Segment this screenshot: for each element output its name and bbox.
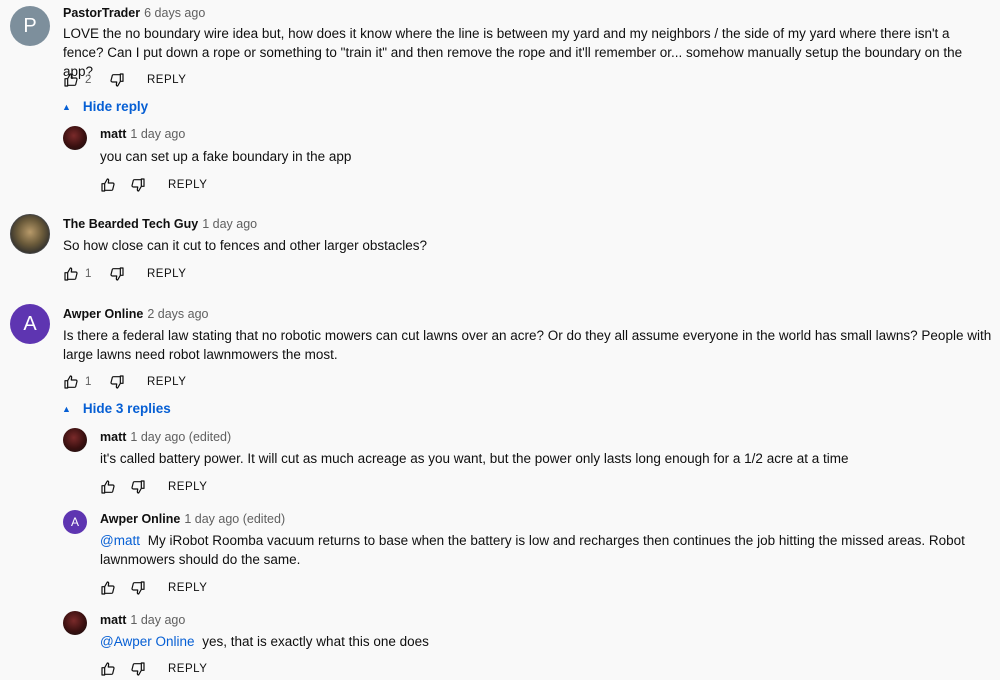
reply-header: matt 1 day ago (edited) [100, 430, 231, 444]
thumb-up-icon[interactable] [100, 661, 116, 677]
reply-author[interactable]: matt [100, 127, 126, 141]
mention-link[interactable]: @matt [100, 533, 140, 548]
reply-time[interactable]: 1 day ago (edited) [130, 430, 231, 444]
reply-time[interactable]: 1 day ago (edited) [184, 512, 285, 526]
reply-text: you can set up a fake boundary in the ap… [100, 149, 352, 164]
thumb-up-icon[interactable] [63, 374, 79, 390]
hide-replies-label: Hide 3 replies [82, 401, 171, 416]
reply-body: My iRobot Roomba vacuum returns to base … [100, 533, 965, 567]
reply-header: Awper Online 1 day ago (edited) [100, 512, 285, 526]
reply-button[interactable]: REPLY [168, 481, 207, 493]
comment-actions: 1 REPLY [63, 264, 186, 284]
reply-text: it's called battery power. It will cut a… [100, 451, 849, 466]
avatar[interactable]: A [10, 304, 50, 344]
like-count: 2 [85, 74, 92, 86]
avatar[interactable]: P [10, 6, 50, 46]
reply-time[interactable]: 1 day ago [130, 127, 185, 141]
reply-button[interactable]: REPLY [168, 179, 207, 191]
comment-author[interactable]: The Bearded Tech Guy [63, 217, 198, 231]
comment-text: Is there a federal law stating that no r… [63, 328, 992, 362]
avatar-letter: P [23, 14, 37, 37]
like-count: 1 [85, 376, 92, 388]
triangle-up-icon: ▲ [62, 101, 71, 112]
comment-header: The Bearded Tech Guy 1 day ago [63, 217, 257, 231]
reply-header: matt 1 day ago [100, 613, 185, 627]
thumb-up-icon[interactable] [100, 177, 116, 193]
reply-button[interactable]: REPLY [147, 268, 186, 280]
reply-actions: REPLY [100, 477, 207, 497]
avatar[interactable] [10, 214, 50, 254]
reply-body: yes, that is exactly what this one does [202, 634, 429, 649]
reply-author[interactable]: matt [100, 430, 126, 444]
thumb-down-icon[interactable] [130, 177, 146, 193]
comment-text: So how close can it cut to fences and ot… [63, 238, 427, 253]
thumb-up-icon[interactable] [100, 580, 116, 596]
thumb-down-icon[interactable] [130, 479, 146, 495]
avatar-letter: A [70, 515, 79, 529]
avatar-letter: A [23, 312, 37, 335]
comment-author[interactable]: Awper Online [63, 307, 143, 321]
comment-time[interactable]: 6 days ago [144, 6, 205, 20]
comment-actions: 1 REPLY [63, 372, 186, 392]
comment-author[interactable]: PastorTrader [63, 6, 140, 20]
thumb-down-icon[interactable] [130, 580, 146, 596]
comment-header: Awper Online 2 days ago [63, 307, 209, 321]
avatar[interactable]: A [63, 510, 87, 534]
hide-replies-label: Hide reply [82, 99, 149, 114]
hide-replies-button[interactable]: ▲ Hide 3 replies [62, 401, 171, 416]
reply-header: matt 1 day ago [100, 127, 185, 141]
reply-button[interactable]: REPLY [147, 74, 186, 86]
thumb-down-icon[interactable] [109, 266, 125, 282]
like-count: 1 [85, 268, 92, 280]
avatar[interactable] [63, 428, 87, 452]
reply-actions: REPLY [100, 659, 207, 679]
reply-actions: REPLY [100, 578, 207, 598]
avatar[interactable] [63, 126, 87, 150]
mention-link[interactable]: @Awper Online [100, 634, 195, 649]
reply-time[interactable]: 1 day ago [130, 613, 185, 627]
thumb-up-icon[interactable] [63, 266, 79, 282]
comment-time[interactable]: 2 days ago [147, 307, 208, 321]
avatar[interactable] [63, 611, 87, 635]
comment-time[interactable]: 1 day ago [202, 217, 257, 231]
thumb-down-icon[interactable] [109, 374, 125, 390]
triangle-up-icon: ▲ [62, 403, 71, 414]
reply-text: @Awper Online yes, that is exactly what … [100, 632, 980, 651]
reply-actions: REPLY [100, 175, 207, 195]
thumb-up-icon[interactable] [100, 479, 116, 495]
reply-text: @matt My iRobot Roomba vacuum returns to… [100, 531, 980, 569]
comment-actions: 2 REPLY [63, 70, 186, 90]
comment-header: PastorTrader 6 days ago [63, 6, 205, 20]
hide-replies-button[interactable]: ▲ Hide reply [62, 99, 148, 114]
comment-text: LOVE the no boundary wire idea but, how … [63, 26, 963, 79]
thumb-down-icon[interactable] [130, 661, 146, 677]
thumb-up-icon[interactable] [63, 72, 79, 88]
reply-button[interactable]: REPLY [147, 376, 186, 388]
thumb-down-icon[interactable] [109, 72, 125, 88]
reply-button[interactable]: REPLY [168, 582, 207, 594]
reply-button[interactable]: REPLY [168, 663, 207, 675]
reply-author[interactable]: matt [100, 613, 126, 627]
reply-author[interactable]: Awper Online [100, 512, 180, 526]
